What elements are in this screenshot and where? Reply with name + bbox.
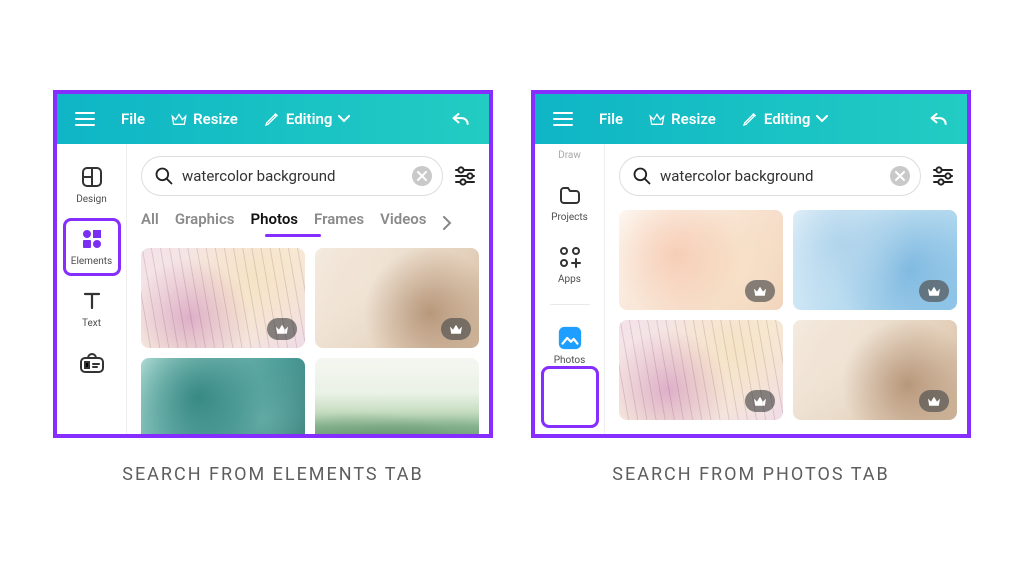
search-icon	[632, 166, 652, 186]
clear-search-button[interactable]	[890, 166, 910, 186]
menu-button[interactable]	[65, 106, 105, 132]
sidebar-item-text[interactable]: Text	[64, 282, 120, 334]
filters-button[interactable]	[451, 162, 479, 190]
hamburger-icon	[75, 112, 95, 126]
chevron-right-icon[interactable]	[442, 216, 452, 230]
crown-icon	[274, 323, 290, 335]
results-grid	[619, 210, 957, 420]
close-icon	[895, 171, 905, 181]
left-sidebar: Draw Projects Apps	[535, 144, 605, 434]
sidebar-item-design[interactable]: Design	[64, 158, 120, 210]
editing-dropdown[interactable]: Editing	[732, 104, 839, 134]
result-thumbnail[interactable]	[619, 210, 783, 310]
premium-badge	[919, 280, 949, 302]
crown-icon	[171, 112, 187, 126]
pencil-icon	[742, 111, 758, 127]
tab-graphics[interactable]: Graphics	[175, 210, 235, 236]
pencil-icon	[264, 111, 280, 127]
main-area	[605, 144, 967, 434]
crown-icon	[448, 323, 464, 335]
top-toolbar: File Resize Editing	[57, 94, 489, 144]
search-icon	[154, 166, 174, 186]
result-thumbnail[interactable]	[315, 248, 479, 348]
editing-dropdown[interactable]: Editing	[254, 104, 361, 134]
hamburger-icon	[553, 112, 573, 126]
sliders-icon	[453, 165, 477, 187]
file-menu[interactable]: File	[589, 104, 633, 134]
search-input[interactable]	[182, 167, 404, 185]
crown-icon	[752, 395, 768, 407]
tab-photos[interactable]: Photos	[250, 210, 298, 236]
file-menu[interactable]: File	[111, 104, 155, 134]
top-toolbar: File Resize Editing	[535, 94, 967, 144]
premium-badge	[745, 390, 775, 412]
chevron-down-icon	[338, 115, 350, 123]
result-thumbnail[interactable]	[141, 248, 305, 348]
premium-badge	[267, 318, 297, 340]
crown-icon	[649, 112, 665, 126]
undo-icon	[451, 110, 471, 128]
premium-badge	[745, 280, 775, 302]
undo-button[interactable]	[919, 104, 959, 134]
results-grid	[141, 248, 479, 434]
filters-button[interactable]	[929, 162, 957, 190]
crown-icon	[752, 285, 768, 297]
sidebar-item-elements[interactable]: Elements	[64, 220, 120, 272]
brand-hub-icon	[79, 350, 105, 376]
sidebar-item-projects[interactable]: Projects	[542, 176, 598, 228]
resize-button[interactable]: Resize	[639, 104, 726, 134]
category-tabs: All Graphics Photos Frames Videos	[141, 210, 479, 236]
sidebar-item-brand[interactable]	[64, 344, 120, 381]
photos-icon	[557, 325, 583, 351]
tab-all[interactable]: All	[141, 210, 159, 236]
result-thumbnail[interactable]	[793, 210, 957, 310]
sidebar-item-apps[interactable]: Apps	[542, 238, 598, 290]
panel-caption: SEARCH FROM PHOTOS TAB	[531, 464, 971, 485]
result-thumbnail[interactable]	[141, 358, 305, 434]
undo-icon	[929, 110, 949, 128]
close-icon	[417, 171, 427, 181]
photos-tab-panel: File Resize Editing Draw	[531, 90, 971, 438]
result-thumbnail[interactable]	[793, 320, 957, 420]
tab-videos[interactable]: Videos	[380, 210, 426, 236]
premium-badge	[441, 318, 471, 340]
sliders-icon	[931, 165, 955, 187]
sidebar-divider	[550, 304, 590, 305]
crown-icon	[926, 285, 942, 297]
shapes-icon	[79, 226, 105, 252]
clear-search-button[interactable]	[412, 166, 432, 186]
text-icon	[79, 288, 105, 314]
sidebar-highlight	[541, 366, 599, 428]
apps-icon	[557, 244, 583, 270]
layout-icon	[79, 164, 105, 190]
search-input[interactable]	[660, 167, 882, 185]
search-field[interactable]	[619, 156, 921, 196]
left-sidebar: Design Elements Text	[57, 144, 127, 434]
resize-button[interactable]: Resize	[161, 104, 248, 134]
premium-badge	[919, 390, 949, 412]
sidebar-item-photos[interactable]: Photos	[542, 319, 598, 371]
menu-button[interactable]	[543, 106, 583, 132]
crown-icon	[926, 395, 942, 407]
panel-caption: SEARCH FROM ELEMENTS TAB	[53, 464, 493, 485]
folder-icon	[557, 182, 583, 208]
result-thumbnail[interactable]	[619, 320, 783, 420]
sidebar-item-draw[interactable]: Draw	[542, 150, 598, 166]
undo-button[interactable]	[441, 104, 481, 134]
main-area: All Graphics Photos Frames Videos	[127, 144, 489, 434]
result-thumbnail[interactable]	[315, 358, 479, 434]
search-field[interactable]	[141, 156, 443, 196]
tab-frames[interactable]: Frames	[314, 210, 364, 236]
elements-tab-panel: File Resize Editing	[53, 90, 493, 438]
chevron-down-icon	[816, 115, 828, 123]
